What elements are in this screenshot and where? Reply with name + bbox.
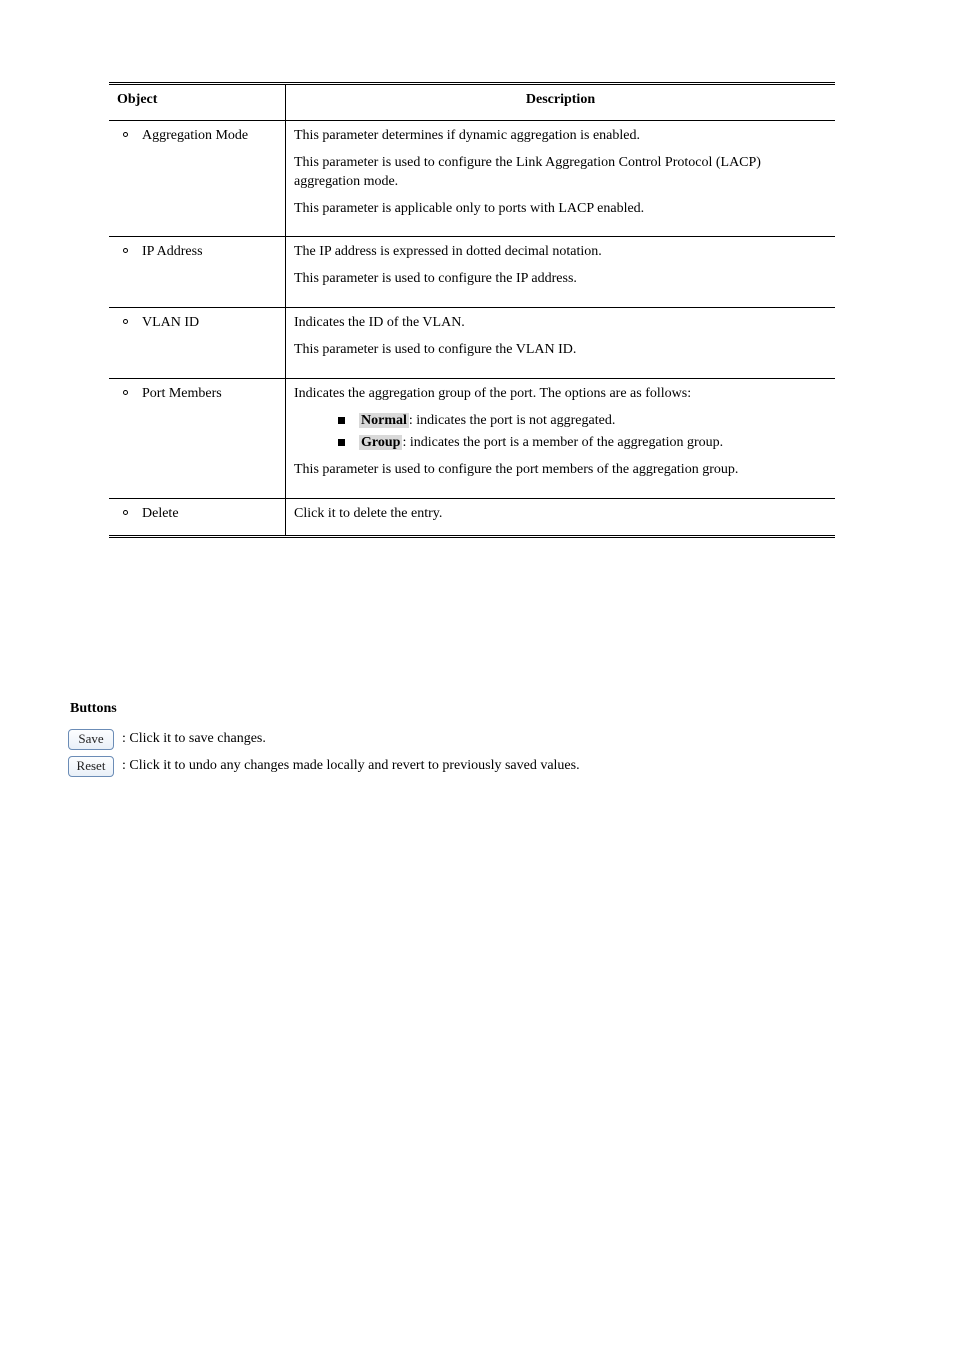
option-rest: : indicates the port is a member of the … (402, 435, 723, 450)
bullet-icon (123, 248, 128, 253)
option-name: Normal (359, 413, 409, 428)
row-desc: This parameter is used to configure the … (294, 270, 827, 289)
bullet-icon (123, 390, 128, 395)
row-label: Aggregation Mode (142, 127, 277, 146)
row-desc: This parameter is used to configure the … (294, 154, 827, 192)
row-label: VLAN ID (142, 314, 277, 333)
row-desc: This parameter is applicable only to por… (294, 200, 827, 219)
table-row: VLAN ID Indicates the ID of the VLAN. Th… (109, 308, 835, 379)
bullet-icon (123, 319, 128, 324)
table-row: IP Address The IP address is expressed i… (109, 237, 835, 308)
list-item: Normal: indicates the port is not aggreg… (338, 412, 827, 431)
table-header-description: Description (286, 84, 836, 121)
square-bullet-icon (338, 417, 345, 424)
row-desc: The IP address is expressed in dotted de… (294, 243, 827, 262)
reset-button-desc: : Click it to undo any changes made loca… (122, 756, 580, 776)
buttons-section: Buttons Save : Click it to save changes.… (68, 700, 580, 783)
table-row: Delete Click it to delete the entry. (109, 498, 835, 537)
save-button-desc: : Click it to save changes. (122, 729, 580, 749)
row-desc: Click it to delete the entry. (294, 505, 827, 524)
option-name: Group (359, 435, 402, 450)
row-label: Port Members (142, 385, 277, 404)
row-desc: Indicates the ID of the VLAN. (294, 314, 827, 333)
row-label: Delete (142, 505, 277, 524)
list-item: Group: indicates the port is a member of… (338, 434, 827, 453)
table-row: Port Members Indicates the aggregation g… (109, 379, 835, 499)
buttons-heading: Buttons (70, 700, 580, 719)
parameters-table: Object Description Aggregation Mode This… (109, 82, 835, 538)
save-button[interactable]: Save (68, 729, 114, 750)
option-rest: : indicates the port is not aggregated. (409, 413, 615, 428)
table-row: Aggregation Mode This parameter determin… (109, 120, 835, 237)
square-bullet-icon (338, 439, 345, 446)
row-desc: This parameter is used to configure the … (294, 341, 827, 360)
table-header-object: Object (109, 84, 286, 121)
row-desc: This parameter is used to configure the … (294, 461, 827, 480)
reset-button[interactable]: Reset (68, 756, 114, 777)
row-desc: Indicates the aggregation group of the p… (294, 385, 827, 404)
bullet-icon (123, 132, 128, 137)
row-label: IP Address (142, 243, 277, 262)
row-desc: This parameter determines if dynamic agg… (294, 127, 827, 146)
bullet-icon (123, 510, 128, 515)
options-list: Normal: indicates the port is not aggreg… (338, 412, 827, 453)
